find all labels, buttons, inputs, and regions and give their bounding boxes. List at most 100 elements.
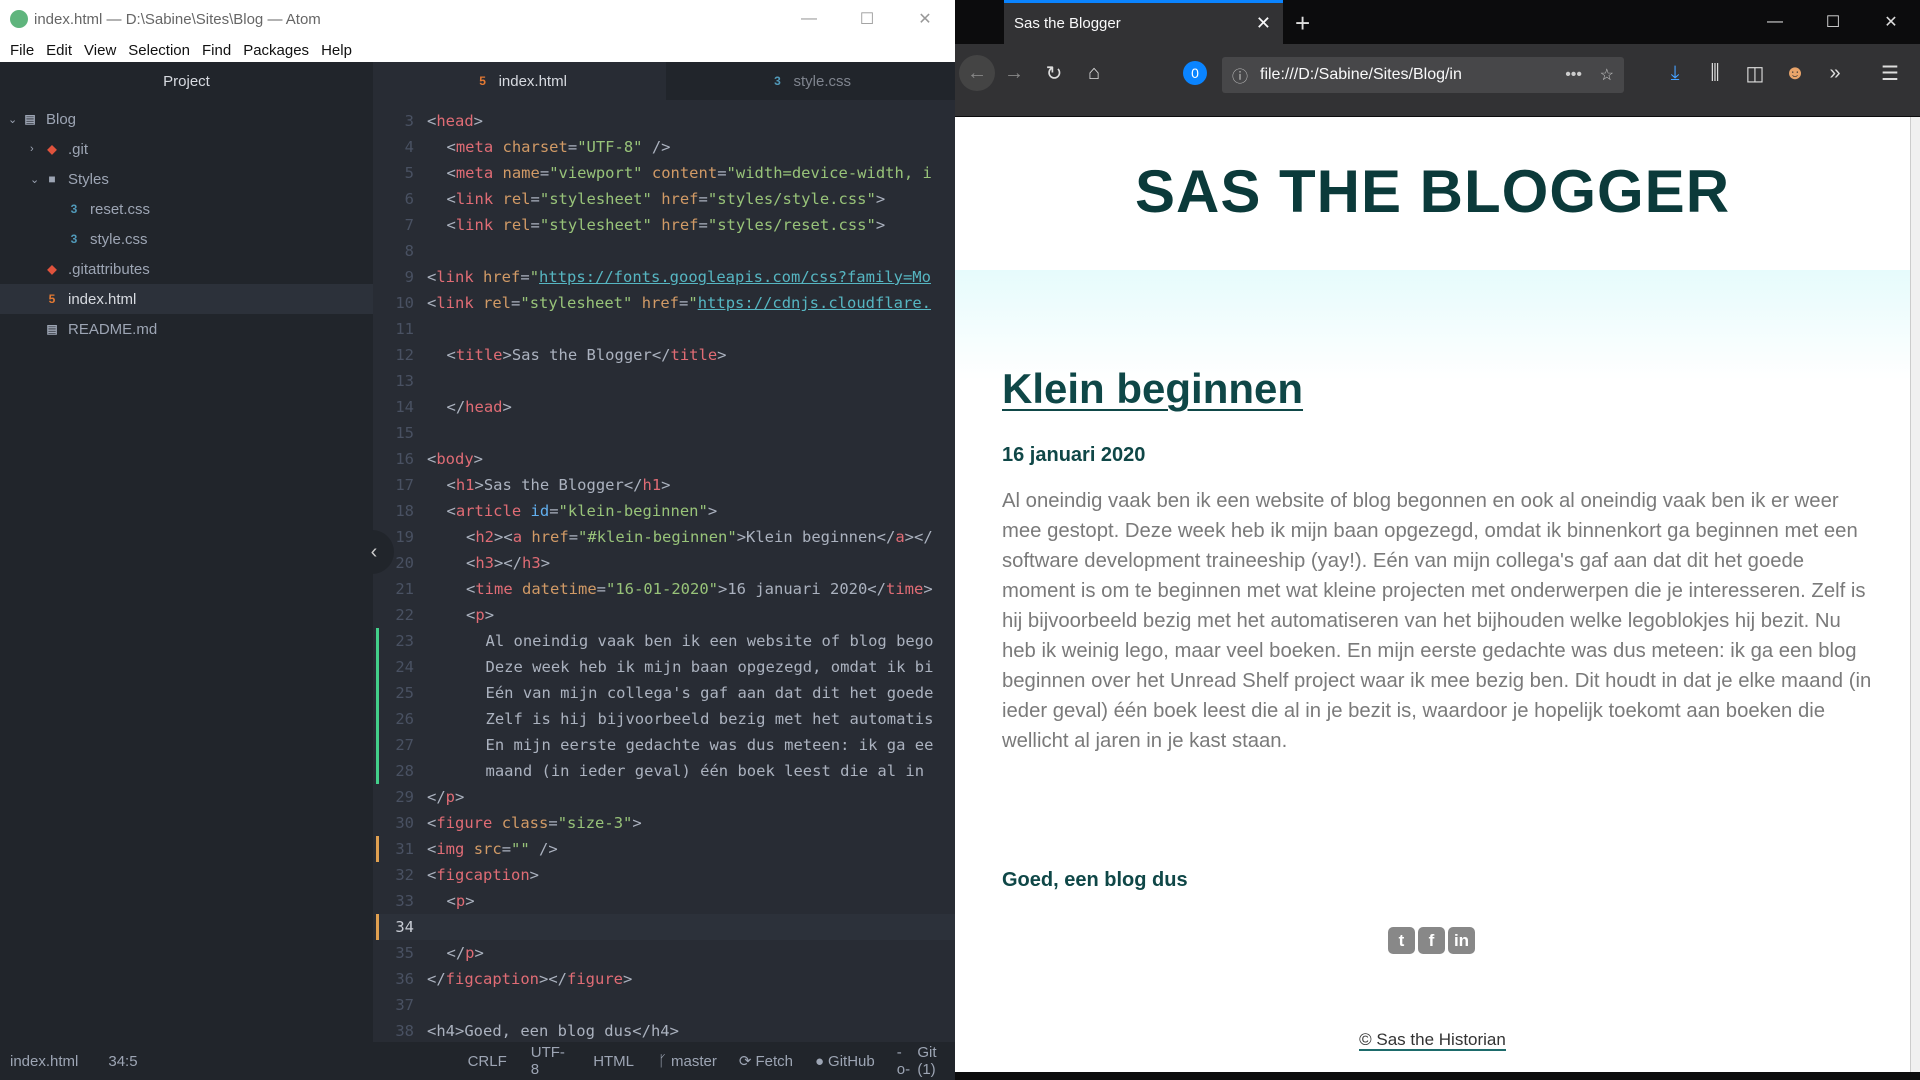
code-line[interactable]: 6 <link rel="stylesheet" href="styles/sty… [376,186,955,212]
code-line[interactable]: 7 <link rel="stylesheet" href="styles/res… [376,212,955,238]
code-line[interactable]: 13 [376,368,955,394]
close-button[interactable]: ✕ [896,0,954,38]
back-icon[interactable]: ← [959,55,995,91]
tree-item[interactable]: 3 style.css [0,224,373,254]
code-line[interactable]: 32 <figcaption> [376,862,955,888]
library-icon[interactable]: ⫼ [1700,58,1730,88]
line-number: 22 [395,606,414,624]
url-bar[interactable]: ⓘ file:///D:/Sabine/Sites/Blog/in ••• ☆ [1222,57,1624,93]
code-line[interactable]: 34 [376,914,955,940]
code-token: figure [567,970,623,988]
facebook-icon[interactable]: f [1418,927,1445,954]
code-line[interactable]: 36 </figcaption></figure> [376,966,955,992]
code-line[interactable]: 23 Al oneindig vaak ben ik een website of… [376,628,955,654]
code-line[interactable]: 15 [376,420,955,446]
code-editor[interactable]: 3 <head> 4 <meta charset="UTF-8" /> 5 <meta n… [376,100,955,1042]
status-file[interactable]: index.html [10,1053,78,1070]
footer-link[interactable]: © Sas the Historian [1359,1030,1506,1051]
overflow-chevron-icon[interactable]: » [1820,58,1850,88]
code-line[interactable]: 38 <h4>Goed, een blog dus</h4> [376,1018,955,1042]
status-line-ending[interactable]: CRLF [468,1053,507,1070]
hamburger-menu-icon[interactable]: ☰ [1875,58,1905,88]
forward-icon[interactable]: → [999,58,1029,88]
code-line[interactable]: 9 <link href="https://fonts.googleapis.co… [376,264,955,290]
code-line[interactable]: 4 <meta charset="UTF-8" /> [376,134,955,160]
tab-style-css[interactable]: 3 style.css [666,62,956,100]
close-button[interactable]: ✕ [1862,0,1920,44]
code-line[interactable]: 18 <article id="klein-beginnen"> [376,498,955,524]
status-fetch[interactable]: Fetch [755,1053,793,1070]
code-line[interactable]: 3 <head> [376,108,955,134]
code-line[interactable]: 26 Zelf is hij bijvoorbeeld bezig met het… [376,706,955,732]
code-line[interactable]: 25 Eén van mijn collega's gaf aan dat dit… [376,680,955,706]
reload-icon[interactable]: ↻ [1039,58,1069,88]
code-line[interactable]: 19 <h2><a href="#klein-beginnen">Klein be… [376,524,955,550]
close-tab-icon[interactable]: ✕ [1256,13,1271,34]
code-line[interactable]: 10 <link rel="stylesheet" href="https://c… [376,290,955,316]
page-actions-icon[interactable]: ••• [1565,66,1582,84]
menu-view[interactable]: View [78,42,122,59]
tree-item[interactable]: ⌄ ■ Styles [0,164,373,194]
tree-item[interactable]: 5 index.html [0,284,373,314]
code-line[interactable]: 8 [376,238,955,264]
tab-index-html[interactable]: 5 index.html [376,62,666,100]
code-line[interactable]: 29 </p> [376,784,955,810]
code-line[interactable]: 24 Deze week heb ik mijn baan opgezegd, o… [376,654,955,680]
code-line[interactable]: 28 maand (in ieder geval) één boek leest … [376,758,955,784]
code-token: < [466,606,476,624]
article-title-link[interactable]: Klein beginnen [1002,365,1303,413]
code-line[interactable]: 14 </head> [376,394,955,420]
code-line[interactable]: 20 <h3></h3> [376,550,955,576]
menu-find[interactable]: Find [196,42,237,59]
info-icon[interactable]: ⓘ [1232,63,1248,87]
linkedin-icon[interactable]: in [1448,927,1475,954]
menu-edit[interactable]: Edit [40,42,78,59]
maximize-button[interactable]: ☐ [838,0,896,38]
code-line[interactable]: 16 <body> [376,446,955,472]
code-line[interactable]: 30 <figure class="size-3"> [376,810,955,836]
minimize-button[interactable]: — [1746,0,1804,44]
status-cursor-position[interactable]: 34:5 [108,1053,137,1070]
page-scrollbar[interactable] [1910,117,1920,1072]
code-token: = [539,164,550,182]
code-line[interactable]: 27 En mijn eerste gedachte was dus meteen… [376,732,955,758]
code-line[interactable]: 22 <p> [376,602,955,628]
home-icon[interactable]: ⌂ [1079,58,1109,88]
bookmark-star-icon[interactable]: ☆ [1600,65,1614,85]
status-branch[interactable]: master [671,1053,717,1070]
tree-item[interactable]: ⌄ ▤ Blog [0,104,373,134]
browser-tab[interactable]: Sas the Blogger ✕ [1004,0,1283,44]
code-token: title [455,346,503,364]
code-line[interactable]: 17 <h1>Sas the Blogger</h1> [376,472,955,498]
tree-item[interactable]: ▤ README.md [0,314,373,344]
tree-item[interactable]: 3 reset.css [0,194,373,224]
status-github[interactable]: GitHub [828,1053,875,1070]
code-text: <h4>Goed, een blog dus</h4> [427,1018,679,1042]
code-line[interactable]: 31 <img src="" /> [376,836,955,862]
code-line[interactable]: 12 <title>Sas the Blogger</title> [376,342,955,368]
tree-item[interactable]: ◆ .gitattributes [0,254,373,284]
tree-item[interactable]: › ◆ .git [0,134,373,164]
code-line[interactable]: 35 </p> [376,940,955,966]
menu-packages[interactable]: Packages [237,42,315,59]
password-manager-icon[interactable]: 0 [1183,61,1207,85]
code-line[interactable]: 33 <p> [376,888,955,914]
status-grammar[interactable]: HTML [593,1053,634,1070]
line-number: 38 [395,1022,414,1040]
extension-avatar-icon[interactable]: ☻ [1780,58,1810,88]
status-git[interactable]: Git (1) [917,1044,955,1078]
maximize-button[interactable]: ☐ [1804,0,1862,44]
downloads-icon[interactable]: ⤓ [1660,58,1690,88]
minimize-button[interactable]: — [780,0,838,38]
code-line[interactable]: 11 [376,316,955,342]
menu-file[interactable]: File [4,42,40,59]
sidebar-icon[interactable]: ◫ [1740,58,1770,88]
status-encoding[interactable]: UTF-8 [531,1044,569,1078]
menu-help[interactable]: Help [315,42,358,59]
new-tab-button[interactable]: + [1295,8,1310,39]
code-line[interactable]: 5 <meta name="viewport" content="width=de… [376,160,955,186]
code-line[interactable]: 21 <time datetime="16-01-2020">16 januari… [376,576,955,602]
twitter-icon[interactable]: t [1388,927,1415,954]
menu-selection[interactable]: Selection [122,42,196,59]
code-line[interactable]: 37 [376,992,955,1018]
